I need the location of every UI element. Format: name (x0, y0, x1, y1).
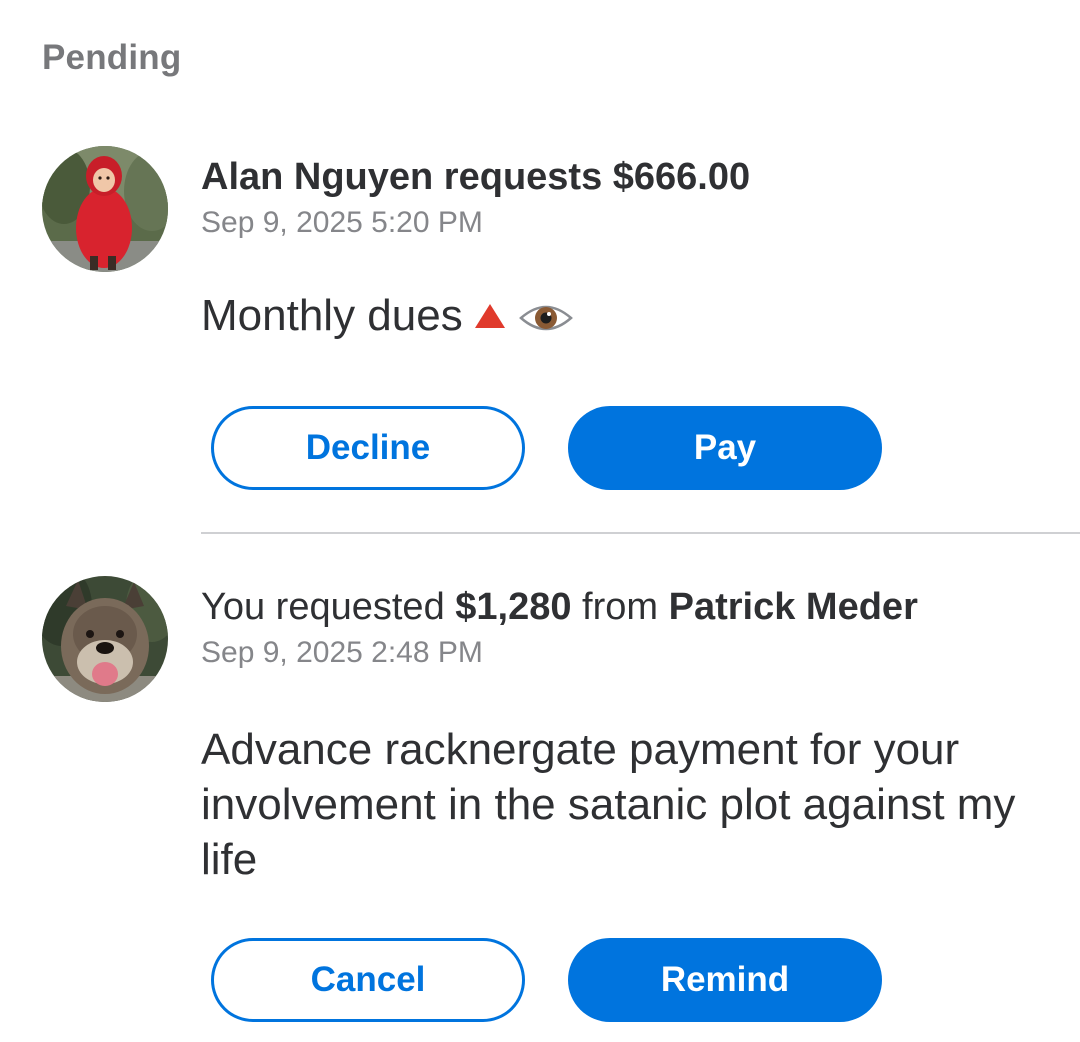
avatar[interactable] (42, 146, 168, 272)
avatar-photo-child (42, 146, 168, 272)
remind-button[interactable]: Remind (568, 938, 882, 1022)
headline-name: Patrick Meder (668, 586, 918, 628)
headline-middle: from (571, 586, 669, 628)
request-headline: Alan Nguyen requests $666.00 (201, 156, 751, 198)
headline-prefix: You requested (201, 586, 456, 628)
request-note: Monthly dues (201, 288, 1041, 349)
request-note-text: Monthly dues (201, 291, 463, 340)
divider (201, 532, 1080, 534)
avatar-photo-dog (42, 576, 168, 702)
request-headline: You requested $1,280 from Patrick Meder (201, 584, 918, 630)
eye-icon (518, 294, 573, 349)
decline-button[interactable]: Decline (211, 406, 525, 490)
cancel-button[interactable]: Cancel (211, 938, 525, 1022)
headline-amount: $1,280 (455, 586, 572, 628)
red-triangle-icon (474, 304, 505, 328)
request-note: Advance racknergate payment for your inv… (201, 725, 1016, 884)
section-title-pending: Pending (42, 38, 182, 77)
request-timestamp: Sep 9, 2025 2:48 PM (201, 636, 483, 669)
avatar[interactable] (42, 576, 168, 702)
pay-button[interactable]: Pay (568, 406, 882, 490)
request-timestamp: Sep 9, 2025 5:20 PM (201, 206, 483, 239)
